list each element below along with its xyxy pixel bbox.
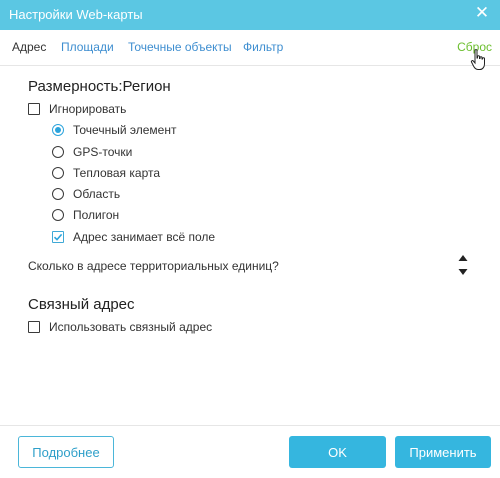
radio-button[interactable]: [52, 167, 64, 179]
title-bar: Настройки Web-карты ✕: [0, 0, 500, 30]
radio-button[interactable]: [52, 124, 64, 136]
radio-heat-map[interactable]: Тепловая карта: [52, 166, 160, 180]
tab-address[interactable]: Адрес: [12, 40, 46, 54]
dimension-section-title: Размерность:Регион: [28, 78, 171, 95]
ignore-label: Игнорировать: [49, 102, 127, 116]
details-button[interactable]: Подробнее: [18, 436, 114, 468]
linked-address-section-title: Связный адрес: [28, 296, 135, 313]
tab-bar: Адрес Площади Точечные объекты Фильтр Сб…: [0, 30, 500, 66]
hand-cursor-icon: [470, 49, 485, 70]
tab-filter[interactable]: Фильтр: [243, 40, 283, 54]
apply-button[interactable]: Применить: [395, 436, 491, 468]
close-icon[interactable]: ✕: [473, 3, 491, 23]
window-title: Настройки Web-карты: [9, 7, 143, 22]
radio-label: Область: [73, 187, 121, 201]
ignore-checkbox-box[interactable]: [28, 103, 40, 115]
radio-label: Точечный элемент: [73, 123, 177, 137]
full-field-label: Адрес занимает всё поле: [73, 230, 216, 244]
radio-button[interactable]: [52, 146, 64, 158]
use-linked-address-checkbox[interactable]: Использовать связный адрес: [28, 320, 212, 334]
territorial-units-question: Сколько в адресе территориальных единиц?: [28, 259, 279, 273]
use-linked-address-checkbox-box[interactable]: [28, 321, 40, 333]
radio-polygon[interactable]: Полигон: [52, 208, 119, 222]
radio-gps-points[interactable]: GPS-точки: [52, 145, 132, 159]
radio-label: GPS-точки: [73, 145, 133, 159]
radio-area[interactable]: Область: [52, 187, 120, 201]
tab-point-objects[interactable]: Точечные объекты: [128, 40, 232, 54]
use-linked-address-label: Использовать связный адрес: [49, 320, 213, 334]
ignore-checkbox[interactable]: Игнорировать: [28, 102, 126, 116]
radio-button[interactable]: [52, 209, 64, 221]
ok-button[interactable]: OK: [289, 436, 386, 468]
tab-areas[interactable]: Площади: [61, 40, 114, 54]
check-icon: [53, 233, 63, 241]
radio-label: Тепловая карта: [73, 166, 161, 180]
radio-point-element[interactable]: Точечный элемент: [52, 123, 176, 137]
full-field-checkbox[interactable]: Адрес занимает всё поле: [52, 230, 215, 244]
radio-label: Полигон: [73, 208, 120, 222]
radio-button[interactable]: [52, 188, 64, 200]
up-down-arrows-icon[interactable]: [457, 254, 469, 276]
full-field-checkbox-box[interactable]: [52, 231, 64, 243]
